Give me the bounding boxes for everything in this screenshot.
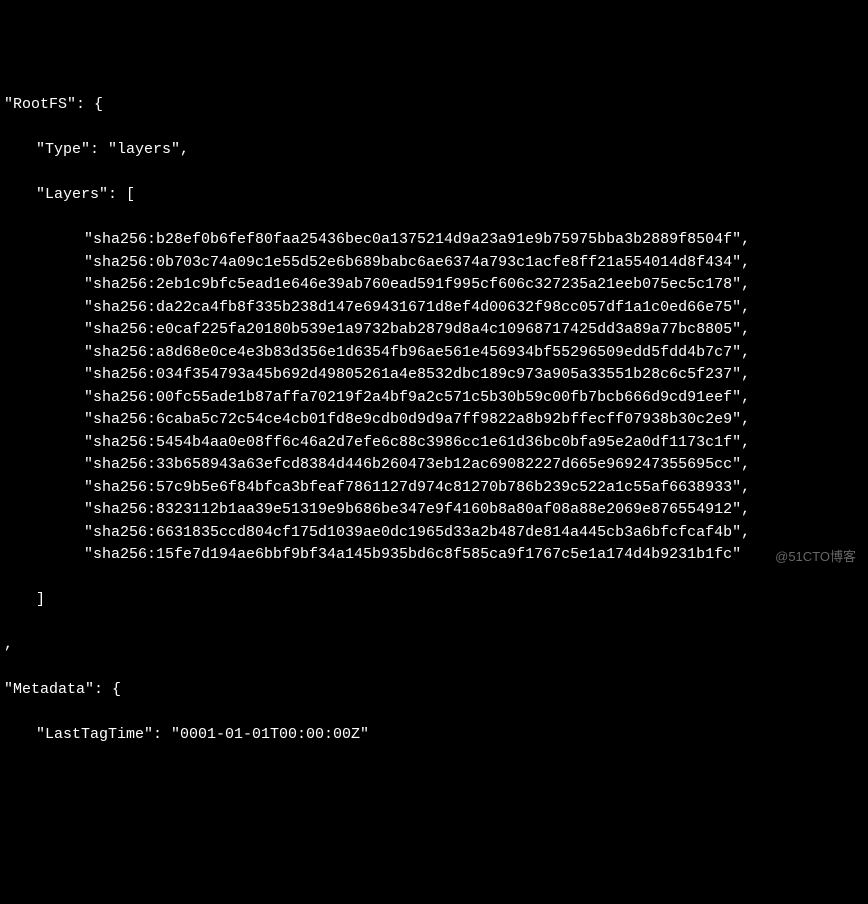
layer-hash-line: "sha256:034f354793a45b692d49805261a4e853… [4,364,864,387]
layer-hash-line: "sha256:da22ca4fb8f335b238d147e69431671d… [4,297,864,320]
layer-hash-line: "sha256:15fe7d194ae6bbf9bf34a145b935bd6c… [4,544,864,567]
layer-hash-line: "sha256:6caba5c72c54ce4cb01fd8e9cdb0d9d9… [4,409,864,432]
layer-hash-line: "sha256:57c9b5e6f84bfca3bfeaf7861127d974… [4,477,864,500]
layer-hash-line: "sha256:0b703c74a09c1e55d52e6b689babc6ae… [4,252,864,275]
metadata-key-line: "Metadata": { [4,679,864,702]
layer-hash-line: "sha256:b28ef0b6fef80faa25436bec0a137521… [4,229,864,252]
layer-hash-line: "sha256:5454b4aa0e08ff6c46a2d7efe6c88c39… [4,432,864,455]
comma-line: , [4,634,864,657]
layer-hash-line: "sha256:a8d68e0ce4e3b83d356e1d6354fb96ae… [4,342,864,365]
lasttagtime-line: "LastTagTime": "0001-01-01T00:00:00Z" [4,724,864,747]
layers-close-line: ] [4,589,864,612]
type-line: "Type": "layers", [4,139,864,162]
layer-hash-line: "sha256:e0caf225fa20180b539e1a9732bab287… [4,319,864,342]
layer-hash-line: "sha256:8323112b1aa39e51319e9b686be347e9… [4,499,864,522]
rootfs-key-line: "RootFS": { [4,94,864,117]
layer-hash-line: "sha256:33b658943a63efcd8384d446b260473e… [4,454,864,477]
layer-hash-line: "sha256:6631835ccd804cf175d1039ae0dc1965… [4,522,864,545]
layers-open-line: "Layers": [ [4,184,864,207]
watermark-text: @51CTO博客 [775,547,856,567]
layer-hash-line: "sha256:00fc55ade1b87affa70219f2a4bf9a2c… [4,387,864,410]
layers-list: "sha256:b28ef0b6fef80faa25436bec0a137521… [4,229,864,567]
layer-hash-line: "sha256:2eb1c9bfc5ead1e646e39ab760ead591… [4,274,864,297]
